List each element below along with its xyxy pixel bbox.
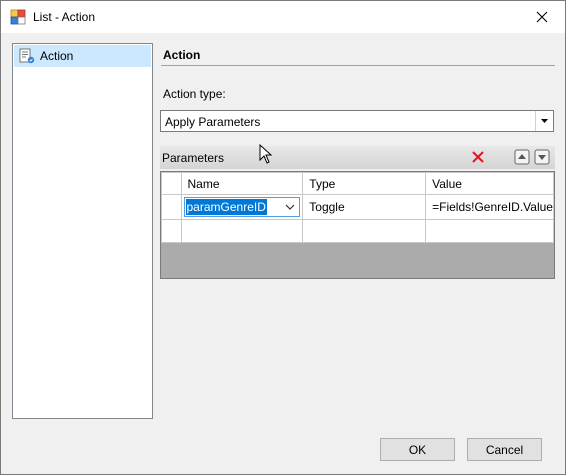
- name-value: paramGenreID: [185, 199, 267, 215]
- report-list-icon: [10, 9, 26, 25]
- mouse-cursor-icon: [259, 144, 273, 164]
- ok-button[interactable]: OK: [380, 438, 455, 461]
- dropdown-arrow-button[interactable]: [535, 111, 553, 131]
- grid-header-row: Name Type Value: [161, 172, 554, 195]
- close-icon: [536, 11, 548, 23]
- action-type-dropdown[interactable]: Apply Parameters: [160, 110, 554, 132]
- action-type-value: Apply Parameters: [165, 115, 261, 129]
- cancel-button[interactable]: Cancel: [467, 438, 542, 461]
- chevron-down-icon: [541, 119, 548, 123]
- window-title: List - Action: [33, 10, 96, 24]
- table-row[interactable]: paramGenreID Toggle =Fields!GenreID.Valu…: [161, 194, 554, 220]
- name-combo-editor[interactable]: paramGenreID: [183, 197, 301, 217]
- chevron-down-icon[interactable]: [285, 202, 295, 212]
- action-type-label: Action type:: [163, 87, 226, 101]
- table-row[interactable]: [161, 219, 554, 243]
- move-up-icon[interactable]: [514, 149, 530, 165]
- value-cell[interactable]: =Fields!GenreID.Value: [425, 194, 554, 220]
- category-list[interactable]: Action: [12, 43, 153, 419]
- parameters-toolbar: Parameters: [160, 146, 555, 169]
- close-button[interactable]: [519, 1, 565, 33]
- row-header[interactable]: [161, 194, 182, 220]
- parameters-grid[interactable]: Name Type Value paramGenreID Toggle =Fie…: [160, 171, 555, 279]
- action-icon: [19, 48, 35, 64]
- section-divider: [161, 65, 555, 66]
- column-header-value[interactable]: Value: [425, 172, 554, 195]
- value-cell[interactable]: [425, 219, 554, 243]
- name-cell[interactable]: paramGenreID: [180, 194, 304, 220]
- name-cell[interactable]: [180, 219, 304, 243]
- category-item-label: Action: [40, 49, 74, 63]
- parameters-label: Parameters: [162, 151, 225, 165]
- row-header[interactable]: [161, 219, 182, 243]
- column-header-name[interactable]: Name: [180, 172, 304, 195]
- type-cell[interactable]: [302, 219, 427, 243]
- move-down-icon[interactable]: [534, 149, 550, 165]
- dialog-window: List - Action Action Action Action type:…: [0, 0, 566, 475]
- delete-x-icon[interactable]: [470, 149, 486, 165]
- title-bar[interactable]: List - Action: [1, 1, 565, 33]
- section-title: Action: [163, 48, 201, 62]
- category-item-action[interactable]: Action: [14, 45, 151, 67]
- grid-corner: [161, 172, 182, 195]
- column-header-type[interactable]: Type: [302, 172, 427, 195]
- type-cell[interactable]: Toggle: [302, 194, 427, 220]
